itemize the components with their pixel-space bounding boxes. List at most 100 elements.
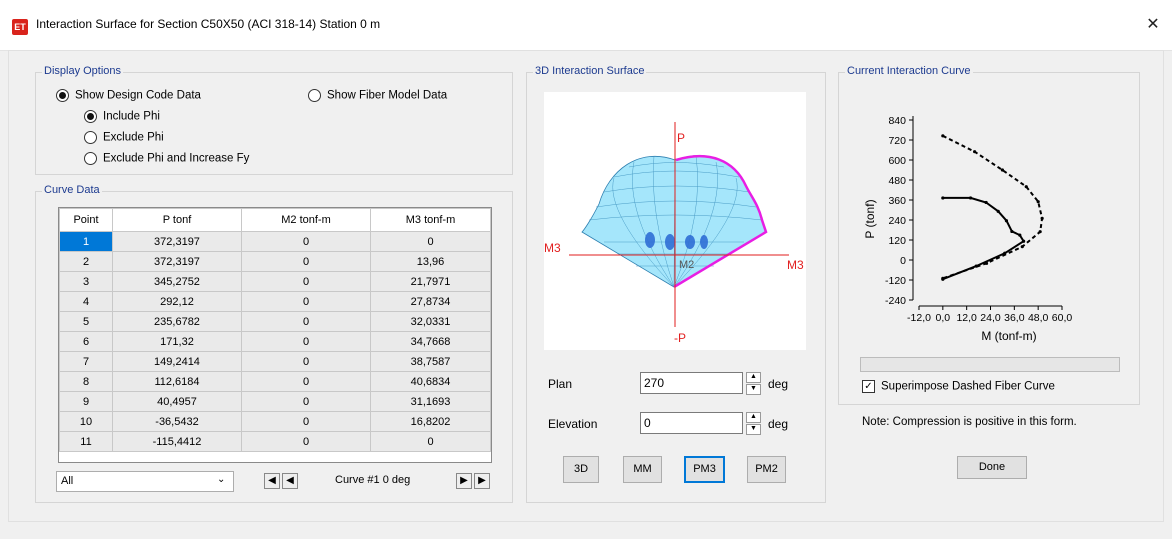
elevation-down-icon[interactable]: ▼	[746, 424, 761, 435]
table-cell[interactable]: 38,7587	[370, 351, 491, 372]
close-icon[interactable]: ✕	[1140, 12, 1166, 38]
radio-exclude-phi[interactable]: Exclude Phi	[84, 131, 164, 144]
col-header-m2[interactable]: M2 tonf-m	[241, 208, 371, 232]
table-cell[interactable]: 0	[241, 411, 371, 432]
plan-up-icon[interactable]: ▲	[746, 372, 761, 383]
table-cell[interactable]: 0	[241, 331, 371, 352]
table-cell[interactable]: 27,8734	[370, 291, 491, 312]
col-header-point[interactable]: Point	[59, 208, 113, 232]
table-cell[interactable]: 32,0331	[370, 311, 491, 332]
table-cell[interactable]: 0	[241, 431, 371, 452]
table-cell[interactable]: 40,6834	[370, 371, 491, 392]
view-pm2-button[interactable]: PM2	[747, 456, 786, 483]
table-row[interactable]: 5 235,6782 0 32,0331	[59, 311, 491, 332]
table-row[interactable]: 3 345,2752 0 21,7971	[59, 271, 491, 292]
filter-select[interactable]: All ⌄	[56, 471, 234, 492]
table-cell[interactable]: 0	[241, 271, 371, 292]
table-cell[interactable]: 31,1693	[370, 391, 491, 412]
x-tick-label: 24,0	[980, 312, 1001, 324]
curve-point	[941, 276, 945, 280]
table-cell[interactable]: 292,12	[112, 291, 242, 312]
curve-point	[968, 196, 973, 200]
table-cell[interactable]: 34,7668	[370, 331, 491, 352]
table-cell[interactable]: 0	[370, 231, 491, 252]
elevation-input[interactable]: 0	[640, 412, 743, 434]
chevron-down-icon: ⌄	[217, 474, 226, 485]
table-cell[interactable]: 171,32	[112, 331, 242, 352]
curve-data-label: Curve Data	[42, 184, 102, 196]
table-row[interactable]: 4 292,12 0 27,8734	[59, 291, 491, 312]
radio-indicator[interactable]	[56, 89, 69, 102]
radio-indicator[interactable]	[308, 89, 321, 102]
x-tick-label: 60,0	[1052, 312, 1073, 324]
table-row[interactable]: 6 171,32 0 34,7668	[59, 331, 491, 352]
surface-3d-view[interactable]: P -P M3 M3 M2	[544, 92, 806, 350]
table-cell[interactable]: 4	[59, 291, 113, 312]
checkbox-checked-icon[interactable]: ✓	[862, 380, 875, 393]
table-row[interactable]: 11 -115,4412 0 0	[59, 431, 491, 452]
view-pm3-button[interactable]: PM3	[684, 456, 725, 483]
plan-input[interactable]: 270	[640, 372, 743, 394]
view-mm-button[interactable]: MM	[623, 456, 662, 483]
table-cell[interactable]: 13,96	[370, 251, 491, 272]
col-header-p[interactable]: P tonf	[112, 208, 242, 232]
radio-show-design-code[interactable]: Show Design Code Data	[56, 89, 201, 102]
radio-indicator[interactable]	[84, 152, 97, 165]
table-cell[interactable]: 0	[370, 431, 491, 452]
plan-down-icon[interactable]: ▼	[746, 384, 761, 395]
x-tick-label: -12,0	[907, 312, 931, 324]
table-cell[interactable]: 7	[59, 351, 113, 372]
table-cell[interactable]: -36,5432	[112, 411, 242, 432]
current-curve-label: Current Interaction Curve	[845, 65, 973, 77]
curve-point	[1018, 233, 1022, 237]
col-header-m3[interactable]: M3 tonf-m	[370, 208, 491, 232]
table-cell[interactable]: 5	[59, 311, 113, 332]
table-row[interactable]: 10 -36,5432 0 16,8202	[59, 411, 491, 432]
table-row[interactable]: 2 372,3197 0 13,96	[59, 251, 491, 272]
prev-curve-icon[interactable]: ◀	[282, 473, 298, 489]
elevation-up-icon[interactable]: ▲	[746, 412, 761, 423]
table-cell[interactable]: 16,8202	[370, 411, 491, 432]
table-cell[interactable]: 1	[59, 231, 113, 252]
table-row[interactable]: 7 149,2414 0 38,7587	[59, 351, 491, 372]
last-curve-icon[interactable]: ▶	[474, 473, 490, 489]
radio-indicator[interactable]	[84, 110, 97, 123]
table-row[interactable]: 8 112,6184 0 40,6834	[59, 371, 491, 392]
table-cell[interactable]: 0	[241, 231, 371, 252]
radio-indicator[interactable]	[84, 131, 97, 144]
table-cell[interactable]: 112,6184	[112, 371, 242, 392]
table-cell[interactable]: 9	[59, 391, 113, 412]
table-cell[interactable]: 2	[59, 251, 113, 272]
radio-label: Show Fiber Model Data	[327, 89, 448, 102]
table-cell[interactable]: 149,2414	[112, 351, 242, 372]
table-cell[interactable]: 6	[59, 331, 113, 352]
radio-show-fiber-model[interactable]: Show Fiber Model Data	[308, 89, 447, 102]
table-cell[interactable]: 0	[241, 311, 371, 332]
table-cell[interactable]: 0	[241, 251, 371, 272]
radio-exclude-phi-increase-fy[interactable]: Exclude Phi and Increase Fy	[84, 152, 249, 165]
table-cell[interactable]: 0	[241, 291, 371, 312]
done-button[interactable]: Done	[957, 456, 1027, 479]
table-row[interactable]: 9 40,4957 0 31,1693	[59, 391, 491, 412]
table-cell[interactable]: 3	[59, 271, 113, 292]
table-cell[interactable]: 372,3197	[112, 251, 242, 272]
table-cell[interactable]: -115,4412	[112, 431, 242, 452]
table-cell[interactable]: 40,4957	[112, 391, 242, 412]
table-cell[interactable]: 10	[59, 411, 113, 432]
table-cell[interactable]: 8	[59, 371, 113, 392]
table-cell[interactable]: 21,7971	[370, 271, 491, 292]
table-cell[interactable]: 0	[241, 351, 371, 372]
table-cell[interactable]: 0	[241, 391, 371, 412]
radio-include-phi[interactable]: Include Phi	[84, 110, 160, 123]
first-curve-icon[interactable]: ◀	[264, 473, 280, 489]
table-cell[interactable]: 0	[241, 371, 371, 392]
table-cell[interactable]: 345,2752	[112, 271, 242, 292]
view-3d-button[interactable]: 3D	[563, 456, 599, 483]
table-cell[interactable]: 11	[59, 431, 113, 452]
next-curve-icon[interactable]: ▶	[456, 473, 472, 489]
table-row[interactable]: 1 372,3197 0 0	[59, 231, 491, 252]
table-cell[interactable]: 235,6782	[112, 311, 242, 332]
superimpose-checkbox[interactable]: ✓ Superimpose Dashed Fiber Curve	[862, 380, 1055, 393]
curve-point	[941, 196, 945, 200]
table-cell[interactable]: 372,3197	[112, 231, 242, 252]
